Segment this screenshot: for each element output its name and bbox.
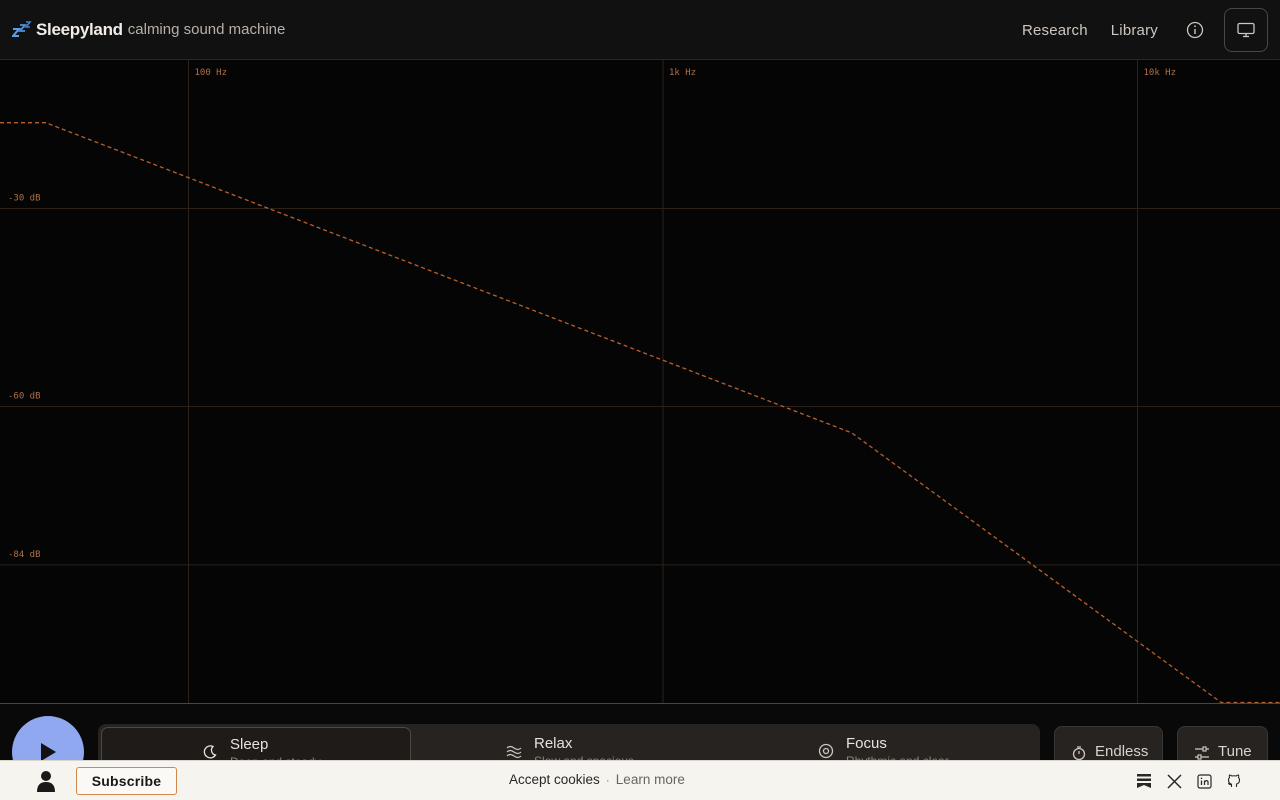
target-icon <box>818 743 834 759</box>
x-tick-label: 100 Hz <box>195 68 228 78</box>
nav-library-link[interactable]: Library <box>1111 22 1158 39</box>
mode-relax-label: Relax <box>534 735 573 752</box>
spectrum-chart-svg: 100 Hz 1k Hz 10k Hz -30 dB -60 dB -84 dB <box>0 60 1280 704</box>
mode-focus-label: Focus <box>846 735 887 752</box>
top-nav: Research Library <box>1022 0 1280 60</box>
sliders-icon <box>1195 746 1209 760</box>
mode-sleep-label: Sleep <box>230 736 269 753</box>
brand-tagline: calming sound machine <box>127 21 286 38</box>
cookie-separator: · <box>605 772 610 787</box>
duration-label: Endless <box>1095 743 1149 760</box>
y-tick-label: -84 dB <box>8 550 41 560</box>
moon-icon <box>203 745 217 759</box>
app-header: Sleepyland calming sound machine Researc… <box>0 0 1280 60</box>
learn-more-link[interactable]: Learn more <box>616 772 685 787</box>
x-twitter-icon <box>1166 773 1182 789</box>
timer-icon <box>1072 746 1086 761</box>
info-button[interactable] <box>1185 20 1205 40</box>
github-button[interactable] <box>1225 772 1243 790</box>
sleep-zzz-icon <box>12 20 32 37</box>
playback-controls: Sleep Deep and steady Relax Slow and spa… <box>0 704 1280 788</box>
subscribe-button[interactable]: Subscribe <box>76 767 177 795</box>
info-icon <box>1186 21 1204 39</box>
footer-bar: Subscribe Accept cookies · Learn more <box>0 760 1280 800</box>
x-twitter-button[interactable] <box>1165 772 1183 790</box>
newsletter-icon <box>1137 774 1151 788</box>
monitor-icon <box>1237 22 1255 38</box>
y-tick-label: -60 dB <box>8 392 41 402</box>
accept-cookies-link[interactable]: Accept cookies <box>509 772 600 787</box>
waves-icon <box>506 745 522 759</box>
x-tick-label: 10k Hz <box>1144 68 1177 78</box>
github-icon <box>1227 774 1241 787</box>
newsletter-button[interactable] <box>1135 772 1153 790</box>
x-tick-label: 1k Hz <box>669 68 696 78</box>
user-avatar-icon[interactable] <box>36 770 56 792</box>
linkedin-button[interactable] <box>1195 772 1213 790</box>
spectrum-curve <box>0 122 1280 704</box>
spectrum-chart: 100 Hz 1k Hz 10k Hz -30 dB -60 dB -84 dB <box>0 60 1280 704</box>
display-mode-button[interactable] <box>1224 8 1268 52</box>
brand-name: Sleepyland <box>36 19 123 39</box>
y-tick-label: -30 dB <box>8 194 41 204</box>
brand[interactable]: Sleepyland calming sound machine <box>12 20 285 40</box>
tune-label: Tune <box>1218 743 1252 760</box>
linkedin-icon <box>1196 773 1212 789</box>
nav-research-link[interactable]: Research <box>1022 22 1088 39</box>
cookie-notice: Accept cookies · Learn more <box>509 772 685 787</box>
